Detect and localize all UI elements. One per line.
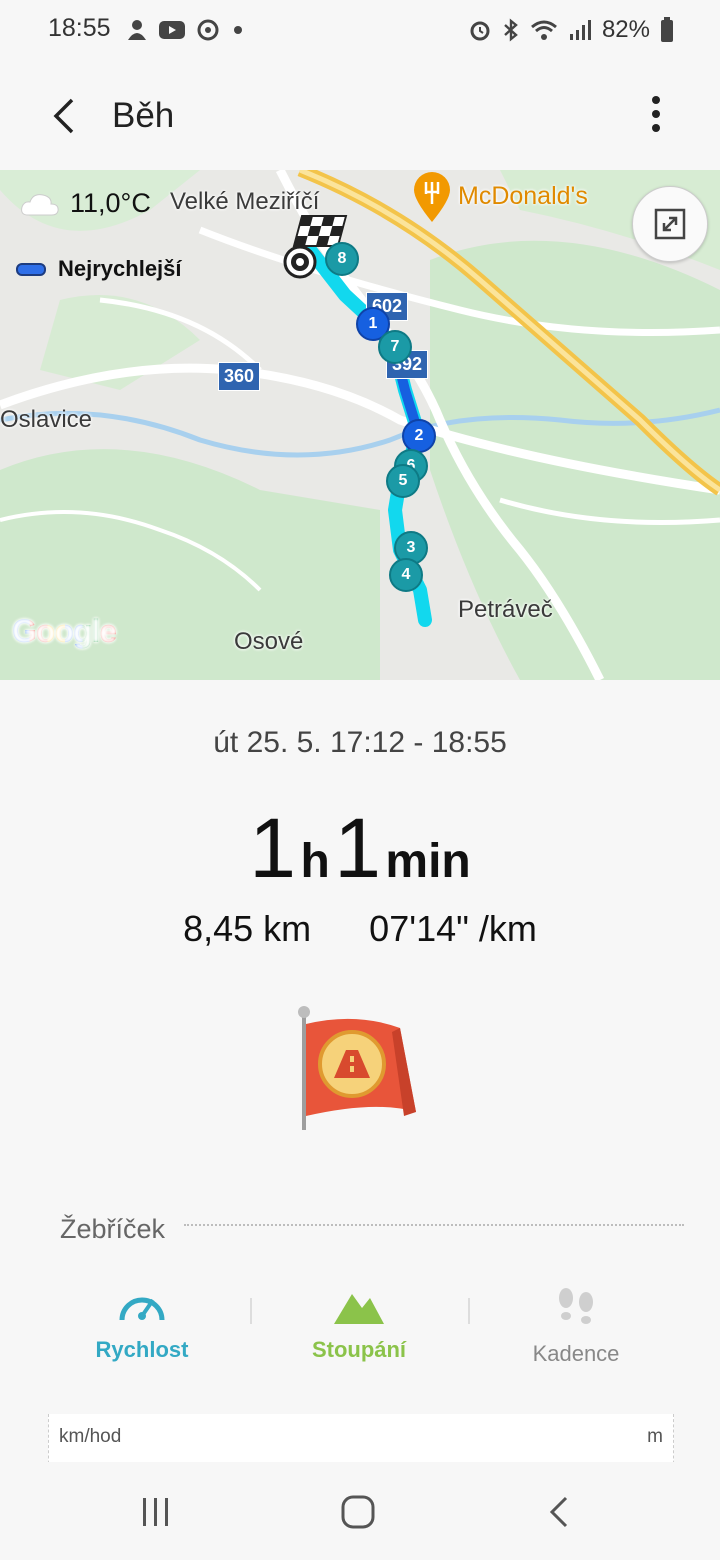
status-system-icons: 82% <box>468 14 674 46</box>
place-label-petravec: Petráveč <box>458 596 553 623</box>
map-background <box>0 170 720 680</box>
tab-separator <box>250 1298 252 1324</box>
duration-hours: 1 <box>249 801 296 895</box>
recent-apps-button[interactable] <box>134 1490 178 1534</box>
status-notification-icons <box>126 14 246 46</box>
road-shield-360: 360 <box>218 362 261 391</box>
chart-y-left-unit: km/hod <box>59 1426 122 1447</box>
page-title: Běh <box>112 96 175 135</box>
tab-speed[interactable]: Rychlost <box>42 1286 242 1363</box>
battery-percent: 82% <box>601 16 650 43</box>
weather-temperature: 11,0°C <box>70 188 151 218</box>
tab-elevation[interactable]: Stoupání <box>259 1286 459 1363</box>
signal-icon <box>569 20 591 40</box>
tab-speed-label: Rychlost <box>95 1337 189 1362</box>
wifi-icon <box>530 20 557 40</box>
route-legend: Nejrychlejší <box>16 256 182 282</box>
footsteps-icon <box>559 1288 593 1324</box>
place-label-osove: Osové <box>234 628 304 655</box>
dot-icon <box>234 26 242 34</box>
workout-duration: 1 h 1 min <box>0 800 720 897</box>
place-label-velke-mezirici: Velké Meziříčí <box>170 188 320 215</box>
distance-value: 8,45 km <box>183 908 312 949</box>
speedometer-icon <box>119 1297 165 1321</box>
tab-elevation-label: Stoupání <box>311 1337 407 1362</box>
face-icon <box>128 20 146 40</box>
more-options-button[interactable] <box>636 90 676 142</box>
place-label-mcdonalds: McDonald's <box>458 182 588 210</box>
tab-separator <box>468 1298 470 1324</box>
cloud-icon <box>21 193 59 215</box>
split-marker-8[interactable]: 8 <box>325 242 359 276</box>
bluetooth-icon <box>504 18 518 42</box>
recent-apps-icon <box>143 1498 168 1526</box>
alarm-icon <box>470 21 490 41</box>
back-button[interactable] <box>44 90 84 142</box>
route-map[interactable]: 11,0°C Nejrychlejší Velké Meziříčí McDon… <box>0 170 720 680</box>
legend-swatch-fastest <box>16 262 46 276</box>
sync-icon <box>197 19 219 41</box>
tab-cadence-label: Kadence <box>532 1341 620 1366</box>
workout-date-range: út 25. 5. 17:12 - 18:55 <box>213 726 507 759</box>
workout-metrics: 8,45 km 07'14" /km <box>0 908 720 950</box>
status-time: 18:55 <box>48 14 111 42</box>
status-bar: 18:55 82% <box>0 0 720 60</box>
leaderboard-divider <box>184 1224 684 1226</box>
split-marker-7[interactable]: 7 <box>378 330 412 364</box>
duration-minutes-unit: min <box>385 835 471 888</box>
app-bar: Běh <box>0 60 720 170</box>
google-logo-text: Google <box>12 613 117 649</box>
split-marker-4[interactable]: 4 <box>389 558 423 592</box>
place-label-oslavice: Oslavice <box>0 406 93 433</box>
leaderboard-heading: Žebříček <box>60 1214 166 1244</box>
more-vert-icon <box>652 96 660 132</box>
nav-back-icon <box>549 1496 568 1528</box>
mountain-icon <box>334 1294 384 1324</box>
split-marker-5[interactable]: 5 <box>386 464 420 498</box>
google-logo: Google <box>12 613 117 650</box>
restaurant-pin-icon <box>414 172 450 222</box>
weather-info: 11,0°C <box>20 188 151 219</box>
duration-minutes: 1 <box>334 801 381 895</box>
system-nav-bar <box>0 1462 720 1560</box>
legend-label-fastest: Nejrychlejší <box>58 256 182 281</box>
duration-hours-unit: h <box>300 835 330 888</box>
expand-map-button[interactable] <box>632 186 708 262</box>
nav-back-button[interactable] <box>538 1490 582 1534</box>
home-icon <box>341 1495 375 1529</box>
youtube-icon <box>159 21 185 39</box>
back-arrow-icon <box>53 98 74 134</box>
tab-cadence[interactable]: Kadence <box>476 1286 676 1367</box>
battery-icon <box>661 17 673 42</box>
expand-icon <box>654 208 686 240</box>
chart-y-right-unit: m <box>647 1426 663 1447</box>
split-marker-2[interactable]: 2 <box>402 419 436 453</box>
achievement-flag-icon[interactable] <box>296 1004 424 1134</box>
pace-value: 07'14" /km <box>369 908 537 949</box>
home-button[interactable] <box>336 1490 380 1534</box>
